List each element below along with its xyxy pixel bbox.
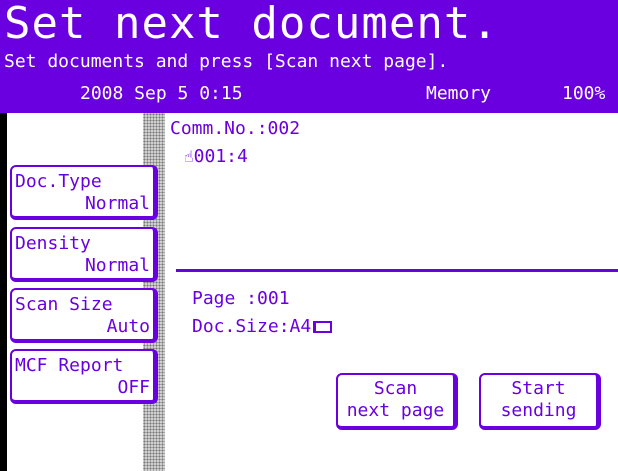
left-border [0,113,7,471]
doc-size-text: Doc.Size:A4 [192,316,312,337]
job-number: 001:4 [193,146,248,167]
scan-next-line2: next page [346,400,445,421]
page-title: Set next document. [4,0,499,49]
memory-label: Memory [426,83,492,104]
datetime: 2008 Sep 5 0:15 [80,83,243,104]
landscape-paper-icon [313,321,333,333]
doc-size: Doc.Size:A4 [192,316,333,337]
density-value: Normal [84,255,150,276]
scan-next-page-button[interactable]: Scan next page [336,373,458,430]
density-label: Density [15,233,91,254]
section-divider [176,269,618,272]
mcf-report-value: OFF [117,377,150,398]
density-button[interactable]: Density Normal [10,227,158,282]
header-bar: Set next document. Set documents and pre… [0,0,618,113]
comm-number: Comm.No.:002 [170,118,301,139]
mcf-report-button[interactable]: MCF Report OFF [10,349,158,404]
doc-type-label: Doc.Type [15,171,102,192]
lcd-screen: Set next document. Set documents and pre… [0,0,618,471]
page-count: Page :001 [192,288,290,309]
hand-icon: ☝ [184,147,194,166]
doc-type-button[interactable]: Doc.Type Normal [10,165,158,220]
doc-type-value: Normal [84,193,150,214]
instruction-text: Set documents and press [Scan next page]… [4,51,449,72]
mcf-report-label: MCF Report [15,355,124,376]
job-entry: ☝001:4 [184,146,248,167]
memory-value: 100% [562,83,606,104]
start-sending-line1: Start [511,378,566,399]
scan-size-value: Auto [106,316,150,337]
status-line: 2008 Sep 5 0:15 Memory 100% [0,77,618,107]
scan-next-line1: Scan [373,378,418,399]
scan-size-button[interactable]: Scan Size Auto [10,288,158,343]
start-sending-line2: sending [500,400,577,421]
scan-size-label: Scan Size [15,294,113,315]
start-sending-button[interactable]: Start sending [479,373,601,430]
